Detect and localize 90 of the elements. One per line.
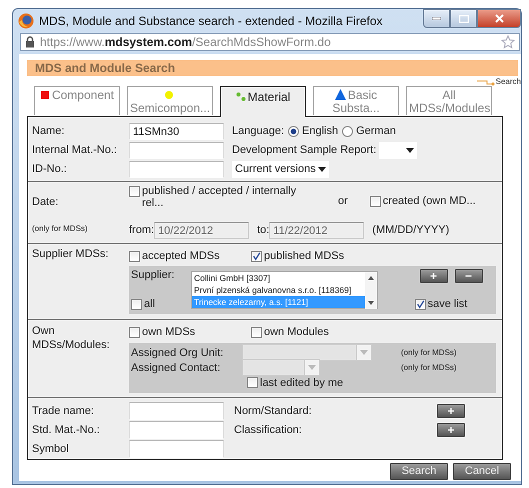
text-field[interactable]: [129, 440, 224, 458]
add-button[interactable]: +: [437, 422, 465, 436]
field-label: Norm/Standard:: [234, 404, 313, 416]
checkbox[interactable]: [129, 326, 140, 338]
minimize-icon: [432, 17, 441, 20]
field-label: Name:: [32, 125, 66, 137]
scrollbar: [365, 272, 377, 309]
field-label: Assigned Contact:: [131, 362, 222, 374]
button[interactable]: Search: [390, 463, 448, 480]
checkbox-label: own MDSs: [142, 326, 196, 338]
field-label: Supplier:: [131, 269, 176, 281]
remove-button[interactable]: −: [454, 269, 482, 283]
radio-label: German: [356, 125, 396, 137]
field-label: Internal Mat.-No.:: [32, 144, 118, 156]
dropdown[interactable]: Current versions: [232, 160, 329, 178]
url-text: https://www.mdsystem.com/SearchMdsShowForm.do: [40, 35, 331, 49]
star-icon: [501, 35, 515, 49]
field-label: Date:: [32, 196, 60, 208]
dropdown[interactable]: [379, 142, 418, 158]
field-label: Classification:: [234, 424, 303, 436]
text-field[interactable]: 11SMn30: [129, 122, 224, 140]
close-button[interactable]: [477, 9, 521, 28]
field-label: ID-No.:: [32, 163, 68, 175]
field-label: Development Sample Report:: [232, 144, 376, 156]
tab[interactable]: Basic Substa...: [313, 86, 399, 115]
field-label: Supplier MDSs:: [32, 248, 110, 260]
field-label: Own MDSs/Modules:: [32, 324, 111, 352]
checkbox[interactable]: [414, 298, 426, 310]
caret-icon: [360, 350, 368, 355]
radio-button[interactable]: [342, 126, 354, 136]
browser-logo-icon: [18, 13, 34, 29]
checkbox-label: published MDSs: [264, 250, 344, 262]
search-link[interactable]: Search: [476, 76, 521, 86]
checkbox[interactable]: [370, 196, 381, 206]
supplier-list[interactable]: Collini GmbH [3307] První plzenská galvanovna s.r.o. [118369] Trinecke zelezarny, a.s. [1121]: [191, 271, 378, 309]
field-label: Symbol: [32, 442, 70, 454]
note-text: (only for MDSs): [401, 363, 457, 372]
minimize-button[interactable]: [423, 9, 450, 28]
address-bar[interactable]: https://www.mdsystem.com/SearchMdsShowForm.do: [20, 33, 520, 51]
maximize-icon: [458, 14, 468, 22]
checkbox[interactable]: [129, 186, 140, 197]
tab[interactable]: Component: [34, 86, 120, 115]
date-field[interactable]: 11/22/2012: [269, 222, 364, 238]
note-text: (only for MDSs): [401, 348, 457, 357]
text-field[interactable]: [129, 160, 224, 178]
checkbox-label: last edited by me: [260, 376, 344, 388]
tab[interactable]: Semicompon...: [127, 86, 213, 115]
checkbox[interactable]: [129, 250, 140, 262]
list-item[interactable]: Collini GmbH [3307]: [192, 272, 365, 284]
list-item[interactable]: První plzenská galvanovna s.r.o. [118369]: [192, 284, 365, 296]
list-item[interactable]: Trinecke zelezarny, a.s. [1121]: [192, 296, 365, 308]
caret-icon: [318, 166, 326, 172]
tab[interactable]: All MDSs/Modules: [406, 86, 492, 115]
window-title: MDS, Module and Substance search - extended - Mozilla Firefox: [39, 14, 382, 28]
caret-icon: [406, 148, 414, 152]
text-field[interactable]: [129, 142, 224, 158]
add-button[interactable]: +: [437, 404, 465, 418]
field-label: Language:: [232, 125, 284, 137]
close-icon: [494, 14, 504, 23]
checkbox[interactable]: [251, 326, 262, 338]
checkbox-label: all: [144, 298, 156, 310]
add-button[interactable]: +: [420, 269, 448, 283]
field-label: Assigned Org Unit:: [131, 346, 224, 358]
caret-icon: [308, 365, 316, 370]
checkbox[interactable]: [251, 250, 262, 262]
field-label: from:: [129, 224, 154, 236]
checkbox-label: own Modules: [264, 326, 329, 338]
text-field[interactable]: [129, 420, 224, 438]
radio-button[interactable]: [288, 126, 299, 136]
date-field[interactable]: 10/22/2012: [154, 222, 250, 238]
lock-icon: [25, 36, 35, 48]
checkbox[interactable]: [247, 377, 258, 388]
checkbox-label: created (own MD...: [382, 195, 476, 207]
text-field[interactable]: [129, 402, 224, 420]
arrow-icon: [476, 80, 495, 86]
radio-label: English: [302, 125, 338, 137]
button[interactable]: Cancel: [453, 463, 511, 480]
checkbox-label: accepted MDSs: [142, 250, 220, 262]
field-label: to:: [257, 224, 270, 236]
checkbox[interactable]: [131, 298, 142, 310]
note-text: (only for MDSs): [32, 224, 89, 233]
tab[interactable]: Material: [220, 86, 306, 117]
field-label: Trade name:: [32, 404, 95, 416]
page-header: MDS and Module Search: [27, 60, 518, 76]
or-text: or: [338, 195, 348, 207]
field-label: (MM/DD/YYYY): [372, 224, 450, 236]
field-label: Std. Mat.-No.:: [32, 424, 101, 436]
checkbox-label: published / accepted / internally rel...: [142, 185, 298, 209]
maximize-button[interactable]: [450, 9, 477, 28]
checkbox-label: save list: [428, 298, 468, 310]
